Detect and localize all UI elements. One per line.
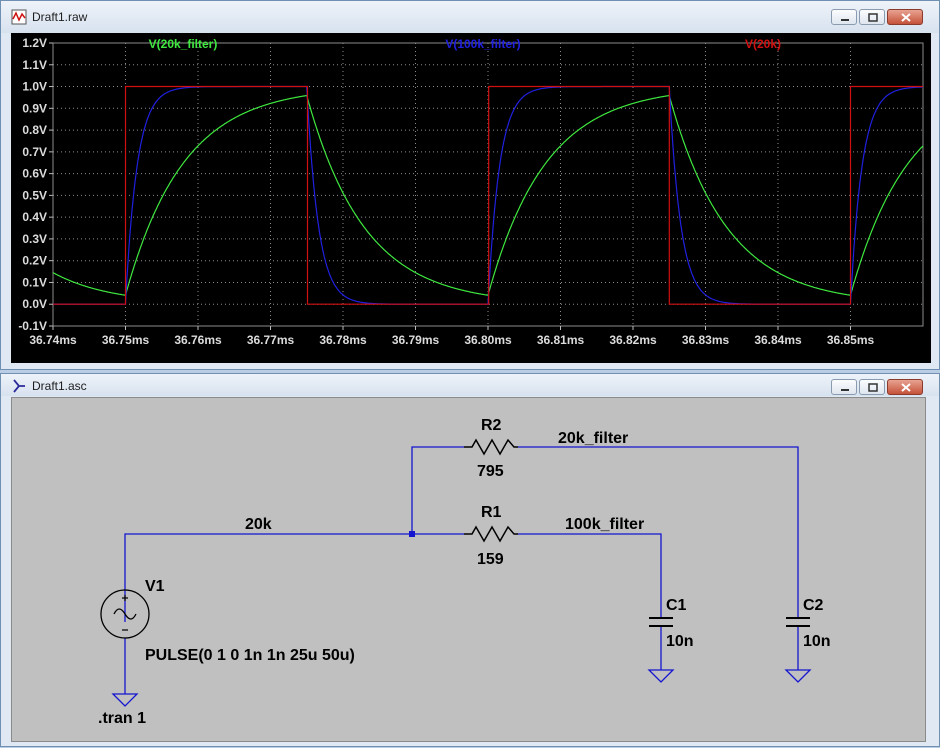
ground-icon (647, 669, 675, 683)
voltage-source-v1-symbol[interactable] (100, 589, 150, 639)
net-label-100k-filter[interactable]: 100k_filter (565, 516, 644, 533)
ground-icon (111, 693, 139, 707)
wire-20k[interactable] (124, 533, 412, 622)
schematic-canvas[interactable]: R2 795 20k_filter R1 159 100k_filter 20k… (11, 397, 926, 742)
capacitor-c1-symbol[interactable] (649, 617, 673, 627)
y-tick-label: 0.2V (22, 254, 47, 268)
x-tick-label: 36.75ms (102, 333, 150, 347)
r1-value-label[interactable]: 159 (477, 551, 504, 568)
y-tick-label: 1.2V (22, 36, 47, 50)
x-tick-label: 36.76ms (174, 333, 222, 347)
wire-20k-to-r2[interactable] (411, 446, 464, 534)
restore-button[interactable] (859, 379, 885, 395)
waveform-titlebar[interactable]: Draft1.raw (1, 1, 939, 33)
y-tick-label: 0.5V (22, 188, 47, 202)
restore-button[interactable] (859, 9, 885, 25)
trace-label[interactable]: V(100k_filter) (445, 37, 520, 51)
x-tick-label: 36.77ms (247, 333, 295, 347)
trace-label[interactable]: V(20k_filter) (149, 37, 218, 51)
restore-icon (868, 13, 878, 22)
y-tick-label: 0.9V (22, 101, 47, 115)
wire-r2-to-c2[interactable] (518, 446, 799, 618)
c1-name-label[interactable]: C1 (666, 597, 687, 614)
x-tick-label: 36.74ms (29, 333, 77, 347)
waveform-icon (11, 9, 27, 25)
net-label-20k[interactable]: 20k (245, 516, 272, 533)
y-tick-label: 0.8V (22, 123, 47, 137)
schematic-titlebar[interactable]: Draft1.asc (1, 374, 939, 396)
schematic-drawing[interactable]: R2 795 20k_filter R1 159 100k_filter 20k… (12, 398, 927, 743)
schematic-window-title: Draft1.asc (32, 379, 87, 393)
y-tick-label: 0.6V (22, 167, 47, 181)
schematic-window: Draft1.asc R2 795 20k_filter R1 159 100k… (0, 373, 940, 747)
schematic-icon (13, 379, 25, 393)
x-tick-label: 36.83ms (682, 333, 730, 347)
x-tick-label: 36.84ms (754, 333, 802, 347)
v1-value-label[interactable]: PULSE(0 1 0 1n 1n 25u 50u) (145, 647, 355, 664)
minimize-icon (841, 389, 849, 391)
y-tick-label: 0.3V (22, 232, 47, 246)
y-tick-label: 0.1V (22, 275, 47, 289)
wire-r1-to-c1[interactable] (518, 533, 662, 618)
y-tick-label: 0.0V (22, 297, 47, 311)
close-button[interactable] (887, 379, 923, 395)
x-tick-label: 36.79ms (392, 333, 440, 347)
minimize-button[interactable] (831, 379, 857, 395)
net-label-20k-filter[interactable]: 20k_filter (558, 430, 628, 447)
ground-icon (784, 669, 812, 683)
waveform-window: Draft1.raw 1.2V 1.1V 1.0V 0.9V 0.8V 0.7V 0.6V 0… (0, 0, 940, 370)
waveform-chart[interactable]: 1.2V 1.1V 1.0V 0.9V 0.8V 0.7V 0.6V 0.5V 0.4V 0.3V… (11, 33, 931, 363)
x-tick-label: 36.80ms (464, 333, 512, 347)
resistor-r1-symbol[interactable] (464, 525, 518, 543)
r2-value-label[interactable]: 795 (477, 463, 504, 480)
r1-name-label[interactable]: R1 (481, 504, 502, 521)
c2-value-label[interactable]: 10n (803, 633, 831, 650)
x-tick-label: 36.82ms (609, 333, 657, 347)
close-icon (901, 383, 911, 392)
x-tick-label: 36.81ms (537, 333, 585, 347)
v1-name-label[interactable]: V1 (145, 578, 165, 595)
y-tick-label: 0.7V (22, 145, 47, 159)
x-tick-label: 36.78ms (319, 333, 367, 347)
close-button[interactable] (887, 9, 923, 25)
spice-directive[interactable]: .tran 1 (98, 710, 146, 727)
waveform-plot[interactable]: 1.2V 1.1V 1.0V 0.9V 0.8V 0.7V 0.6V 0.5V 0.4V 0.3V… (11, 33, 931, 363)
y-tick-label: 1.1V (22, 58, 47, 72)
resistor-r2-symbol[interactable] (464, 438, 518, 456)
c1-value-label[interactable]: 10n (666, 633, 694, 650)
restore-icon (868, 383, 878, 392)
close-icon (901, 13, 911, 22)
capacitor-c2-symbol[interactable] (786, 617, 810, 627)
c2-name-label[interactable]: C2 (803, 597, 824, 614)
x-tick-label: 36.85ms (827, 333, 875, 347)
minimize-button[interactable] (831, 9, 857, 25)
waveform-window-title: Draft1.raw (32, 10, 88, 24)
y-tick-label: 0.4V (22, 210, 47, 224)
minimize-icon (841, 19, 849, 21)
r2-name-label[interactable]: R2 (481, 417, 502, 434)
y-tick-label: 1.0V (22, 80, 47, 94)
trace-label[interactable]: V(20k) (745, 37, 781, 51)
junction-dot (409, 531, 415, 537)
y-tick-label: -0.1V (18, 319, 47, 333)
